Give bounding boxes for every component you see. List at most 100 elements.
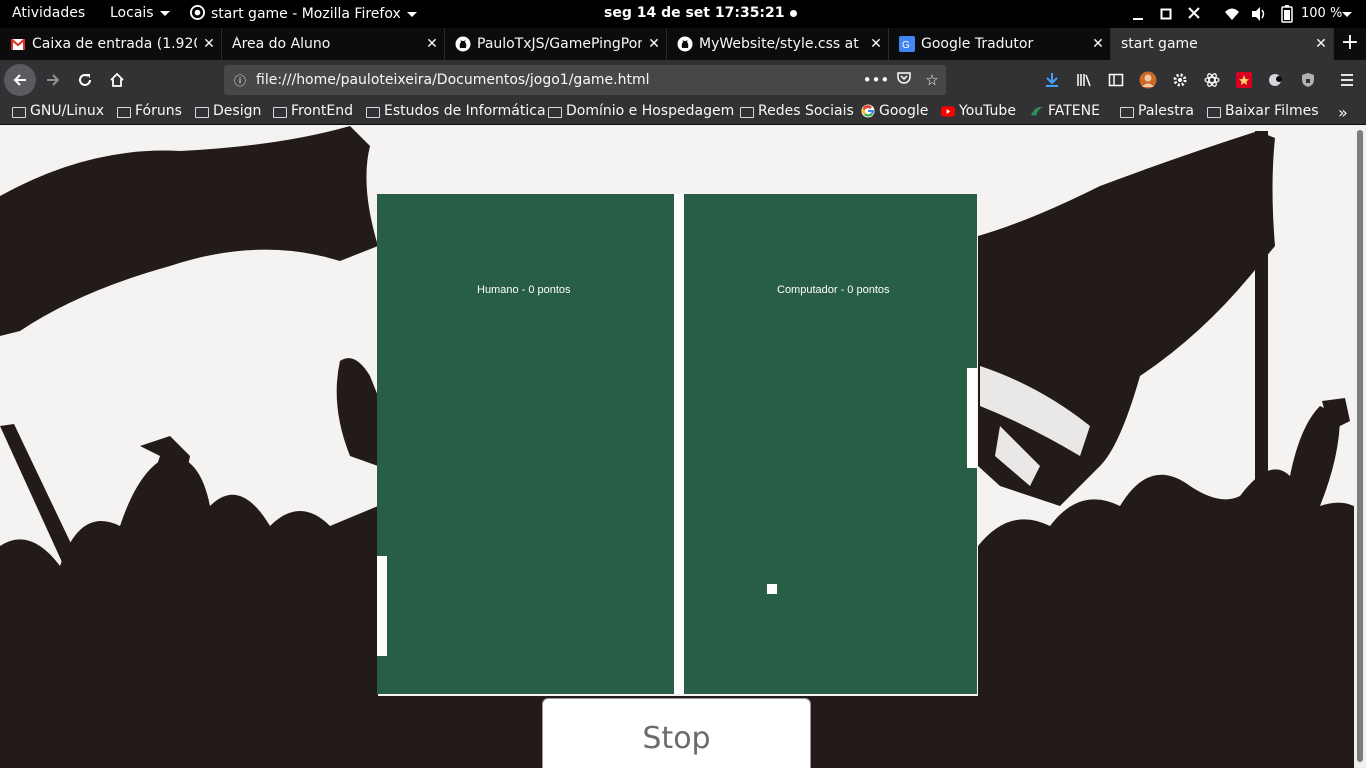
clock-text: seg 14 de set 17:35:21 bbox=[604, 5, 785, 21]
computer-score: Computador - 0 pontos bbox=[777, 284, 890, 296]
bookmark-folder-gnu-linux[interactable]: GNU/Linux bbox=[12, 103, 104, 119]
arrow-left-icon bbox=[13, 74, 26, 86]
close-tab-icon[interactable]: ✕ bbox=[1086, 36, 1110, 52]
home-icon bbox=[110, 72, 124, 87]
human-score: Humano - 0 pontos bbox=[477, 284, 571, 296]
tab-strip: Caixa de entrada (1.920) ✕ Área do Aluno… bbox=[0, 28, 1366, 60]
tab-area-do-aluno[interactable]: Área do Aluno ✕ bbox=[222, 28, 445, 60]
bookmark-folder-frontend[interactable]: FrontEnd bbox=[273, 103, 353, 119]
new-tab-button[interactable]: + bbox=[1334, 28, 1366, 60]
clock[interactable]: seg 14 de set 17:35:21 bbox=[604, 5, 797, 21]
bookmark-label: Google bbox=[879, 103, 929, 119]
extension-gear-icon[interactable] bbox=[1170, 70, 1190, 90]
folder-icon bbox=[117, 106, 131, 118]
bookmark-folder-baixar-filmes[interactable]: Baixar Filmes bbox=[1207, 103, 1319, 119]
folder-icon bbox=[12, 106, 26, 118]
bookmark-folder-foruns[interactable]: Fóruns bbox=[117, 103, 182, 119]
tab-github-mywebsite[interactable]: MyWebsite/style.css at master ✕ bbox=[667, 28, 889, 60]
close-tab-icon[interactable]: ✕ bbox=[1309, 36, 1333, 52]
close-tab-icon[interactable]: ✕ bbox=[864, 36, 888, 52]
system-menu-chevron-icon[interactable] bbox=[1342, 7, 1352, 22]
bookmark-star-icon[interactable]: ☆ bbox=[918, 71, 946, 89]
minimize-icon[interactable] bbox=[1132, 4, 1144, 28]
activities-button[interactable]: Atividades bbox=[12, 5, 85, 21]
extension-red-icon[interactable] bbox=[1234, 70, 1254, 90]
ball bbox=[767, 584, 777, 594]
reload-button[interactable] bbox=[69, 64, 101, 96]
scrollbar-thumb[interactable] bbox=[1357, 130, 1363, 762]
center-net bbox=[674, 194, 684, 694]
arrow-right-icon bbox=[47, 74, 60, 86]
sidebar-icon[interactable] bbox=[1106, 70, 1126, 90]
bookmark-folder-estudos[interactable]: Estudos de Informática bbox=[366, 103, 546, 119]
app-menu[interactable]: start game - Mozilla Firefox bbox=[190, 5, 417, 22]
tab-google-tradutor[interactable]: G Google Tradutor ✕ bbox=[889, 28, 1111, 60]
back-button[interactable] bbox=[4, 64, 36, 96]
bookmark-folder-dominio[interactable]: Domínio e Hospedagem bbox=[548, 103, 734, 119]
bookmarks-toolbar: GNU/Linux Fóruns Design FrontEnd Estudos… bbox=[0, 100, 1366, 125]
close-window-icon[interactable] bbox=[1187, 4, 1201, 28]
system-top-bar: Atividades Locais start game - Mozilla F… bbox=[0, 0, 1366, 28]
navigation-toolbar: ⓘ file:///home/pauloteixeira/Documentos/… bbox=[0, 60, 1366, 100]
battery-icon[interactable] bbox=[1281, 4, 1293, 28]
tab-title: Área do Aluno bbox=[232, 36, 331, 52]
folder-icon bbox=[366, 106, 380, 118]
tab-title: MyWebsite/style.css at master bbox=[699, 36, 864, 52]
tab-title: PauloTxJS/GamePingPong bbox=[477, 36, 642, 52]
bookmark-label: FrontEnd bbox=[291, 103, 354, 119]
bookmark-label: Redes Sociais bbox=[758, 103, 854, 119]
computer-court bbox=[684, 194, 977, 694]
vertical-scrollbar[interactable] bbox=[1354, 126, 1366, 768]
close-tab-icon[interactable]: ✕ bbox=[642, 36, 666, 52]
bookmark-label: Palestra bbox=[1138, 103, 1195, 119]
firefox-icon bbox=[190, 5, 205, 20]
forward-button[interactable] bbox=[37, 64, 69, 96]
tab-start-game[interactable]: start game ✕ bbox=[1111, 28, 1334, 60]
folder-icon bbox=[1207, 106, 1221, 118]
library-icon[interactable] bbox=[1074, 70, 1094, 90]
places-menu[interactable]: Locais bbox=[110, 5, 170, 21]
hamburger-menu-icon[interactable] bbox=[1337, 70, 1357, 90]
places-label: Locais bbox=[110, 5, 154, 21]
bookmark-youtube[interactable]: YouTube bbox=[941, 103, 1016, 119]
volume-icon[interactable] bbox=[1251, 4, 1267, 28]
bookmark-google[interactable]: Google bbox=[861, 103, 928, 119]
react-devtools-icon[interactable] bbox=[1202, 70, 1222, 90]
bookmark-folder-redes-sociais[interactable]: Redes Sociais bbox=[740, 103, 854, 119]
privacy-shield-icon[interactable] bbox=[1298, 70, 1318, 90]
bookmark-label: GNU/Linux bbox=[30, 103, 105, 119]
human-paddle[interactable] bbox=[377, 556, 387, 656]
tab-github-gamepingpong[interactable]: PauloTxJS/GamePingPong ✕ bbox=[445, 28, 667, 60]
tab-title: start game bbox=[1121, 36, 1198, 52]
computer-paddle bbox=[967, 368, 977, 468]
stop-button[interactable]: Stop bbox=[542, 698, 811, 768]
app-menu-label: start game - Mozilla Firefox bbox=[211, 6, 401, 22]
bookmark-fatene[interactable]: FATENE bbox=[1030, 103, 1100, 119]
tab-title: Caixa de entrada (1.920) bbox=[32, 36, 197, 52]
bookmark-folder-palestra[interactable]: Palestra bbox=[1120, 103, 1194, 119]
pocket-icon[interactable] bbox=[890, 71, 918, 89]
notification-dot-icon bbox=[789, 9, 797, 17]
tab-title: Google Tradutor bbox=[921, 36, 1034, 52]
url-text[interactable]: file:///home/pauloteixeira/Documentos/jo… bbox=[256, 72, 862, 88]
tab-gmail[interactable]: Caixa de entrada (1.920) ✕ bbox=[0, 28, 222, 60]
info-icon[interactable]: ⓘ bbox=[224, 72, 256, 89]
bookmarks-overflow-chevron-icon[interactable]: » bbox=[1338, 103, 1348, 122]
profile-avatar-icon[interactable] bbox=[1138, 70, 1158, 90]
maximize-icon[interactable] bbox=[1160, 4, 1172, 28]
close-tab-icon[interactable]: ✕ bbox=[420, 36, 444, 52]
folder-icon bbox=[273, 106, 287, 118]
url-bar[interactable]: ⓘ file:///home/pauloteixeira/Documentos/… bbox=[224, 65, 946, 95]
extension-ghost-icon[interactable] bbox=[1266, 70, 1286, 90]
bookmark-label: Domínio e Hospedagem bbox=[566, 103, 735, 119]
wifi-icon[interactable] bbox=[1224, 4, 1240, 28]
page-actions-icon[interactable]: ••• bbox=[862, 71, 890, 89]
home-button[interactable] bbox=[101, 64, 133, 96]
close-tab-icon[interactable]: ✕ bbox=[197, 36, 221, 52]
page-content: Humano - 0 pontos Computador - 0 pontos … bbox=[0, 126, 1366, 768]
downloads-icon[interactable] bbox=[1042, 70, 1062, 90]
github-icon bbox=[677, 36, 693, 52]
bookmark-label: Baixar Filmes bbox=[1225, 103, 1319, 119]
bookmark-folder-design[interactable]: Design bbox=[195, 103, 261, 119]
chevron-down-icon bbox=[159, 10, 170, 16]
